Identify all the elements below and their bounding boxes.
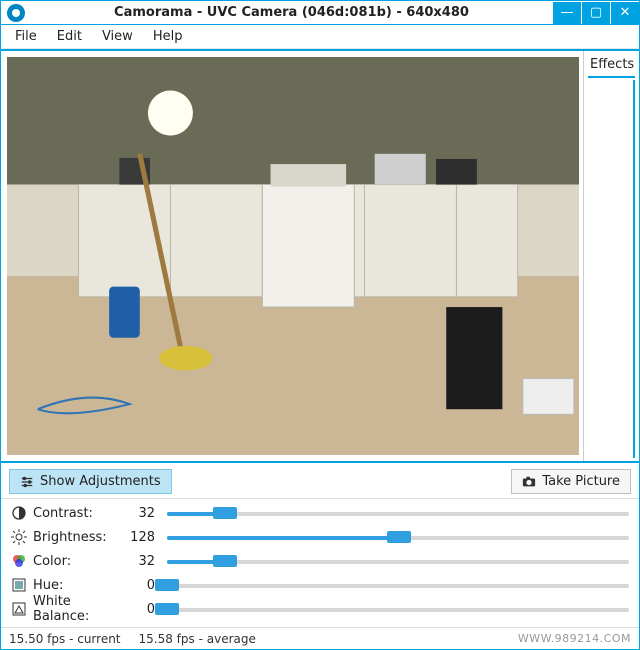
camera-preview: [7, 57, 579, 455]
action-row: Show Adjustments Take Picture: [1, 463, 639, 498]
brightness-icon: [11, 529, 27, 545]
row-brightness: Brightness: 128: [11, 525, 629, 549]
status-fps-current: 15.50 fps - current: [9, 632, 121, 646]
contrast-label: Contrast:: [33, 506, 123, 521]
preview-wrap: [1, 51, 583, 461]
menubar: File Edit View Help: [1, 25, 639, 49]
white-balance-label: White Balance:: [33, 594, 123, 624]
window-title: Camorama - UVC Camera (046d:081b) - 640x…: [31, 5, 552, 20]
white-balance-icon: [11, 601, 27, 617]
menu-edit[interactable]: Edit: [49, 27, 90, 46]
content-area: Effects: [1, 49, 639, 463]
show-adjustments-button[interactable]: Show Adjustments: [9, 469, 172, 494]
menu-view[interactable]: View: [94, 27, 141, 46]
status-bar: 15.50 fps - current 15.58 fps - average …: [1, 627, 639, 649]
row-color: Color: 32: [11, 549, 629, 573]
take-picture-label: Take Picture: [542, 474, 620, 489]
watermark: WWW.989214.COM: [518, 632, 631, 645]
show-adjustments-label: Show Adjustments: [40, 474, 161, 489]
contrast-icon: [11, 505, 27, 521]
adjustments-icon: [20, 475, 34, 489]
effects-panel: Effects: [583, 51, 639, 461]
hue-label: Hue:: [33, 578, 123, 593]
minimize-button[interactable]: —: [553, 2, 581, 24]
titlebar: Camorama - UVC Camera (046d:081b) - 640x…: [1, 1, 639, 25]
status-fps-average: 15.58 fps - average: [139, 632, 256, 646]
color-icon: [11, 553, 27, 569]
app-icon: [7, 4, 25, 22]
brightness-slider[interactable]: [167, 529, 629, 545]
white-balance-slider[interactable]: [167, 601, 629, 617]
color-value: 32: [129, 554, 161, 569]
camera-icon: [522, 475, 536, 489]
color-label: Color:: [33, 554, 123, 569]
maximize-button[interactable]: ▢: [582, 2, 610, 24]
hue-icon: [11, 577, 27, 593]
menu-file[interactable]: File: [7, 27, 45, 46]
window-controls: — ▢ ✕: [552, 2, 639, 24]
contrast-slider[interactable]: [167, 505, 629, 521]
effects-list[interactable]: [588, 80, 635, 458]
row-white-balance: White Balance: 0: [11, 597, 629, 621]
app-window: Camorama - UVC Camera (046d:081b) - 640x…: [0, 0, 640, 650]
row-contrast: Contrast: 32: [11, 501, 629, 525]
brightness-label: Brightness:: [33, 530, 123, 545]
close-button[interactable]: ✕: [611, 2, 639, 24]
menu-help[interactable]: Help: [145, 27, 191, 46]
hue-slider[interactable]: [167, 577, 629, 593]
take-picture-button[interactable]: Take Picture: [511, 469, 631, 494]
effects-header: Effects: [588, 55, 635, 78]
color-slider[interactable]: [167, 553, 629, 569]
contrast-value: 32: [129, 506, 161, 521]
brightness-value: 128: [129, 530, 161, 545]
adjustments-panel: Contrast: 32 Brightness: 128 Color: 32: [1, 498, 639, 627]
